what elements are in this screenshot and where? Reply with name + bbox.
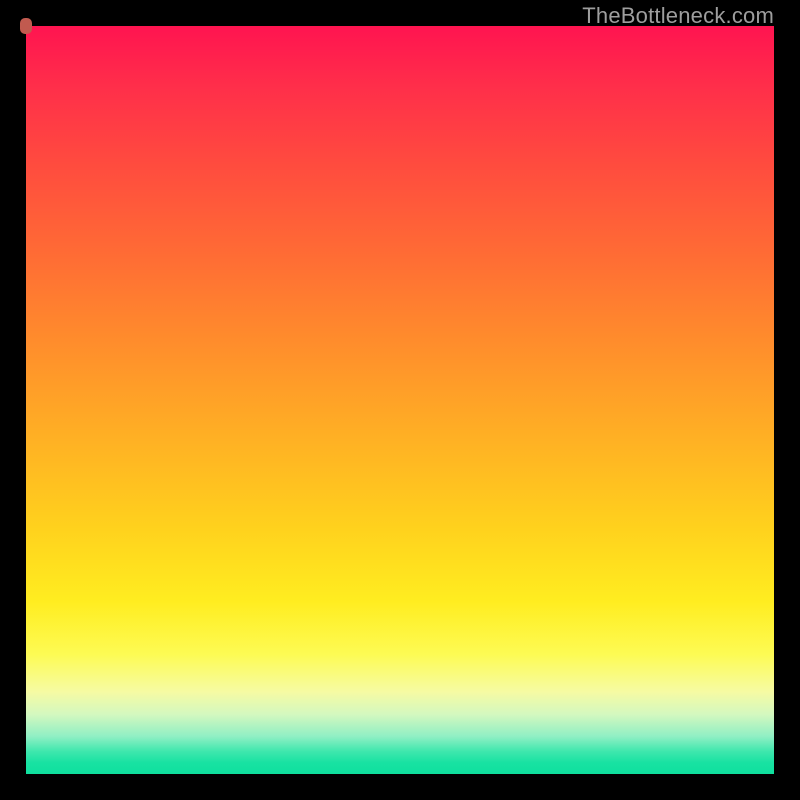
minimum-marker <box>20 18 32 34</box>
plot-area <box>26 26 774 774</box>
chart-frame: TheBottleneck.com <box>0 0 800 800</box>
bottleneck-curve <box>26 26 774 774</box>
